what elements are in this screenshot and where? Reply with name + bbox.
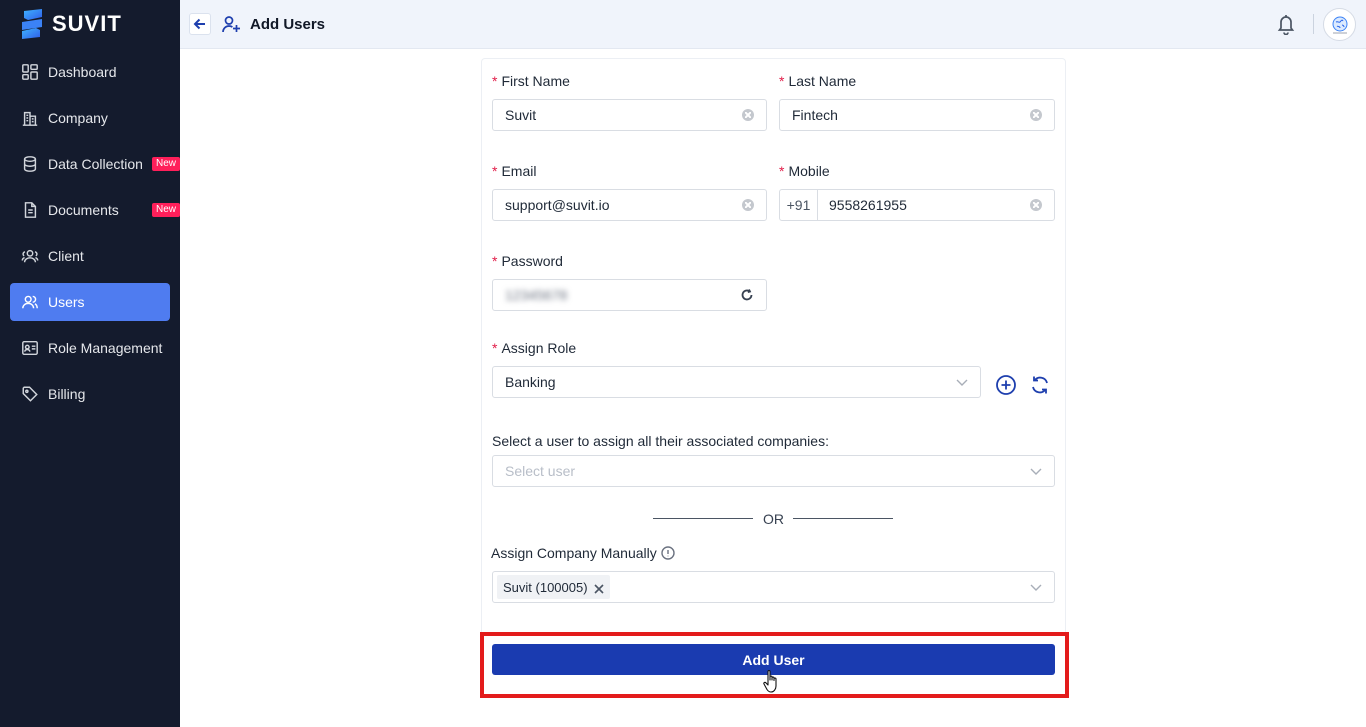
mobile-field[interactable]: +91 9558261955 (779, 189, 1055, 221)
last-name-label: * Last Name (779, 73, 856, 89)
password-value: 12345678 (505, 287, 568, 303)
assign-company-label: Assign Company Manually (491, 545, 675, 561)
password-label: * Password (492, 253, 563, 269)
mobile-label: * Mobile (779, 163, 830, 179)
assign-role-label: * Assign Role (492, 340, 576, 356)
required-mark: * (779, 163, 785, 179)
regenerate-password-icon[interactable] (740, 288, 754, 302)
company-tag-label: Suvit (100005) (503, 579, 588, 595)
first-name-field[interactable]: Suvit (492, 99, 767, 131)
suvit-logo-icon (22, 9, 42, 39)
chevron-down-icon (1029, 580, 1043, 594)
tag-icon (20, 384, 40, 404)
required-mark: * (492, 163, 498, 179)
new-badge: New (151, 203, 180, 217)
first-name-value: Suvit (505, 107, 537, 123)
sidebar-item-label: Data Collection (48, 156, 143, 172)
arrow-left-icon (193, 18, 205, 30)
dashboard-icon (20, 62, 40, 82)
divider-line (653, 518, 753, 519)
select-user-placeholder: Select user (505, 463, 576, 479)
sidebar-item-documents[interactable]: Documents New (10, 191, 180, 229)
mobile-value: 9558261955 (829, 197, 907, 213)
clear-icon[interactable] (742, 109, 754, 121)
info-icon[interactable] (661, 546, 675, 560)
required-mark: * (492, 253, 498, 269)
company-tag: Suvit (100005) (497, 575, 610, 599)
assign-role-label-text: Assign Role (501, 340, 577, 356)
clear-icon[interactable] (1030, 199, 1042, 211)
role-icon (20, 338, 40, 358)
client-icon (20, 246, 40, 266)
divider (1313, 14, 1314, 34)
sidebar-item-role-management[interactable]: Role Management (10, 329, 170, 367)
or-separator: OR (763, 511, 784, 527)
assign-company-label-text: Assign Company Manually (491, 545, 657, 561)
required-mark: * (492, 73, 498, 89)
company-icon (20, 108, 40, 128)
document-icon (20, 200, 40, 220)
select-user-dropdown[interactable]: Select user (492, 455, 1055, 487)
email-value: support@suvit.io (505, 197, 610, 213)
select-user-label: Select a user to assign all their associ… (492, 433, 829, 449)
sidebar-item-dashboard[interactable]: Dashboard (10, 53, 170, 91)
sidebar-item-users[interactable]: Users (10, 283, 170, 321)
sidebar-item-label: Client (48, 248, 84, 264)
globe-logo-icon (1332, 16, 1347, 33)
first-name-label-text: First Name (501, 73, 570, 89)
required-mark: * (779, 73, 785, 89)
sidebar-item-label: Documents (48, 202, 119, 218)
divider-line (793, 518, 893, 519)
sidebar-item-data-collection[interactable]: Data Collection New (10, 145, 180, 183)
back-button[interactable] (189, 13, 211, 35)
users-icon (20, 292, 40, 312)
page-title: Add Users (250, 16, 326, 33)
email-label: * Email (492, 163, 536, 179)
last-name-field[interactable]: Fintech (779, 99, 1055, 131)
assign-role-value: Banking (505, 374, 556, 390)
sidebar: SUVIT Dashboard Company Data Collection … (0, 0, 180, 727)
sidebar-item-label: Billing (48, 386, 86, 402)
first-name-label: * First Name (492, 73, 570, 89)
avatar[interactable] (1323, 8, 1356, 41)
email-field[interactable]: support@suvit.io (492, 189, 767, 221)
notification-bell-icon[interactable] (1276, 13, 1296, 36)
chevron-down-icon (955, 375, 969, 389)
hand-cursor-icon (762, 668, 782, 694)
sidebar-item-company[interactable]: Company (10, 99, 170, 137)
assign-role-select[interactable]: Banking (492, 366, 981, 398)
remove-tag-icon[interactable] (593, 582, 604, 594)
sidebar-item-label: Users (48, 294, 85, 310)
top-bar: Add Users (180, 0, 1366, 49)
add-user-icon (221, 14, 241, 34)
plus-circle-icon (996, 375, 1016, 395)
country-code-prefix: +91 (780, 190, 818, 220)
refresh-icon (1032, 376, 1048, 394)
sidebar-item-client[interactable]: Client (10, 237, 170, 275)
clear-icon[interactable] (742, 199, 754, 211)
password-label-text: Password (501, 253, 563, 269)
password-field[interactable]: 12345678 (492, 279, 767, 311)
required-mark: * (492, 340, 498, 356)
chevron-down-icon (1029, 464, 1043, 478)
add-role-button[interactable] (995, 374, 1017, 396)
mobile-label-text: Mobile (788, 163, 830, 179)
assign-company-select[interactable]: Suvit (100005) (492, 571, 1055, 603)
sidebar-item-label: Role Management (48, 340, 163, 356)
database-icon (20, 154, 40, 174)
last-name-value: Fintech (792, 107, 838, 123)
sidebar-item-label: Company (48, 110, 108, 126)
clear-icon[interactable] (1030, 109, 1042, 121)
sidebar-item-label: Dashboard (48, 64, 117, 80)
brand-name: SUVIT (52, 11, 122, 36)
sidebar-nav: Dashboard Company Data Collection New Do… (0, 53, 180, 421)
email-label-text: Email (501, 163, 537, 179)
logo[interactable]: SUVIT (20, 9, 122, 39)
refresh-roles-button[interactable] (1029, 374, 1051, 396)
last-name-label-text: Last Name (788, 73, 857, 89)
new-badge: New (151, 157, 180, 171)
sidebar-item-billing[interactable]: Billing (10, 375, 170, 413)
